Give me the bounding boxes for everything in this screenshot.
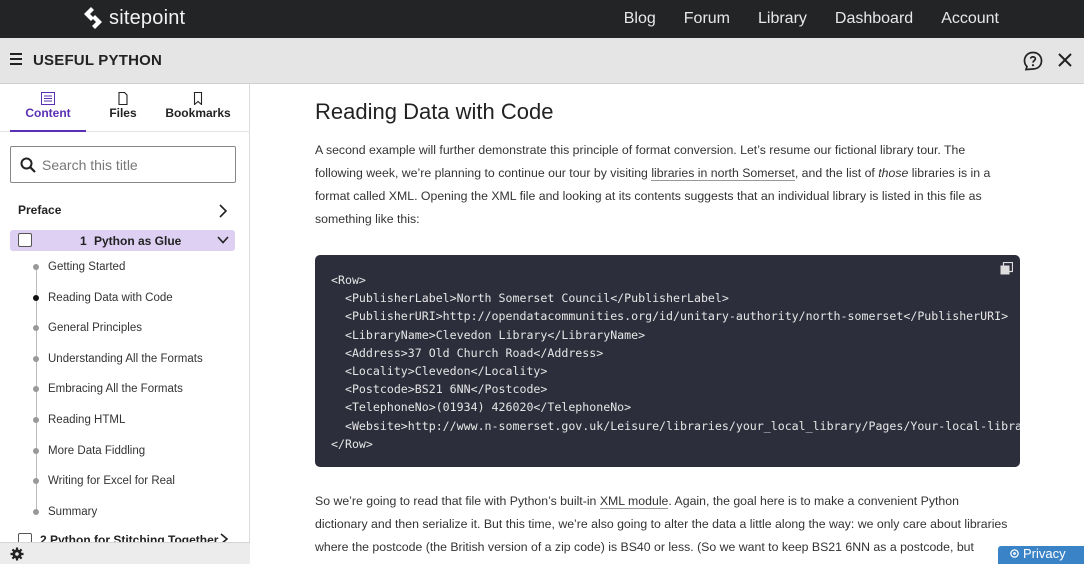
help-icon[interactable] <box>1023 51 1043 71</box>
tab-bookmarks[interactable]: Bookmarks <box>164 84 232 132</box>
search-box <box>10 146 236 183</box>
code-block: <Row> <PublisherLabel>North Somerset Cou… <box>315 255 1020 467</box>
menu-icon[interactable] <box>10 53 22 65</box>
tab-content-label: Content <box>25 106 71 120</box>
gear-icon <box>1010 549 1019 558</box>
toc-section-item[interactable]: Embracing All the Formats <box>0 375 250 395</box>
tab-bookmarks-label: Bookmarks <box>165 106 231 120</box>
chapter-complete-checkbox[interactable] <box>18 533 32 542</box>
privacy-label: Privacy <box>1023 546 1066 561</box>
section-heading: Reading Data with Code <box>315 99 554 124</box>
toc-section-item[interactable]: Summary <box>0 498 250 518</box>
close-icon[interactable] <box>1057 52 1073 68</box>
tab-files-label: Files <box>109 106 137 120</box>
book-title: USEFUL PYTHON <box>33 52 163 69</box>
nav-dashboard[interactable]: Dashboard <box>835 10 913 28</box>
paragraph-xml-module: So we’re going to read that file with Py… <box>315 494 1008 564</box>
code-content: <Row> <PublisherLabel>North Somerset Cou… <box>331 273 1020 451</box>
chapter-title: 2 Python for Stitching Together <box>40 533 219 542</box>
tab-content[interactable]: Content <box>10 84 86 132</box>
chapter-number: 1 <box>80 234 87 248</box>
chapter-title: Python as Glue <box>94 234 182 248</box>
sidebar-footer <box>0 542 250 564</box>
preface-label: Preface <box>18 203 62 217</box>
list-icon <box>41 92 55 105</box>
sidebar-tabs: Content Files Bookmarks <box>0 84 250 132</box>
toc-section-item[interactable]: More Data Fiddling <box>0 437 250 457</box>
brand-name: sitepoint <box>109 6 186 29</box>
toc-chapter-1[interactable]: 1 Python as Glue <box>10 230 235 251</box>
search-input[interactable] <box>42 155 227 175</box>
search-icon <box>20 157 36 173</box>
gear-icon[interactable] <box>10 547 24 561</box>
book-title-bar: USEFUL PYTHON <box>0 38 1084 84</box>
table-of-contents-sidebar: Content Files Bookmarks Preface 1 <box>0 84 250 564</box>
top-nav: Blog Forum Library Dashboard Account <box>596 0 999 38</box>
toc-section-item[interactable]: Understanding All the Formats <box>0 345 250 365</box>
sitepoint-logo-icon <box>84 7 102 29</box>
toc-chapter-2[interactable]: 2 Python for Stitching Together <box>10 528 235 542</box>
article-content: Reading Data with Code A second example … <box>250 84 1084 564</box>
bookmark-icon <box>193 92 203 105</box>
copy-icon[interactable] <box>1000 262 1013 275</box>
chapter-complete-checkbox[interactable] <box>18 233 32 247</box>
nav-library[interactable]: Library <box>758 10 807 28</box>
nav-blog[interactable]: Blog <box>624 10 656 28</box>
paragraph-intro: A second example will further demonstrat… <box>315 143 991 226</box>
privacy-button[interactable]: Privacy <box>998 546 1084 564</box>
chevron-right-icon <box>219 204 228 218</box>
chevron-right-icon <box>220 533 229 542</box>
toc-section-item[interactable]: Getting Started <box>0 253 250 273</box>
toc-preface[interactable]: Preface <box>18 203 232 219</box>
nav-forum[interactable]: Forum <box>684 10 730 28</box>
link-libraries-north-somerset[interactable]: libraries in north Somerset <box>651 166 795 181</box>
toc-section-item-current[interactable]: Reading Data with Code <box>0 284 250 304</box>
toc-section-item[interactable]: General Principles <box>0 314 250 334</box>
toc-section-item[interactable]: Writing for Excel for Real <box>0 467 250 487</box>
link-xml-module[interactable]: XML module <box>599 494 669 509</box>
tab-files[interactable]: Files <box>96 84 150 132</box>
top-navbar: sitepoint Blog Forum Library Dashboard A… <box>0 0 1084 38</box>
chevron-down-icon[interactable] <box>217 235 229 245</box>
nav-account[interactable]: Account <box>941 10 999 28</box>
sitepoint-logo[interactable]: sitepoint <box>82 6 185 30</box>
file-icon <box>118 92 128 105</box>
toc-section-item[interactable]: Reading HTML <box>0 406 250 426</box>
